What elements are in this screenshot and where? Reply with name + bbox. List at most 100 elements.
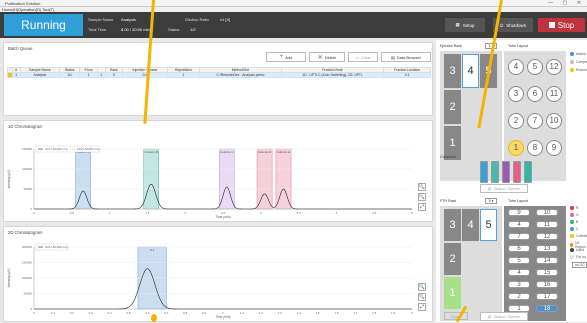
- x-tick-label: 1.7: [353, 311, 358, 315]
- rack-slot-4[interactable]: 4: [462, 54, 479, 88]
- fth-slot-2[interactable]: 2: [444, 243, 461, 275]
- vial-8[interactable]: 8: [527, 139, 543, 156]
- delete-button[interactable]: ✕ Delete: [309, 52, 345, 62]
- tube-16[interactable]: 16: [536, 281, 558, 288]
- tube-6[interactable]: 6: [508, 245, 530, 252]
- tube-2[interactable]: 2: [508, 293, 530, 300]
- station-opener-2-button[interactable]: ▤ Station Opener: [480, 312, 528, 321]
- tube-14[interactable]: 14: [536, 257, 558, 264]
- browser-icon: ▤: [390, 54, 395, 60]
- fth-slot-3[interactable]: 3: [444, 209, 461, 241]
- legend-item: R: [570, 206, 578, 210]
- fraction-band[interactable]: [256, 148, 273, 210]
- tube-18[interactable]: 18: [536, 305, 558, 312]
- legend-item: G: [570, 213, 579, 217]
- zoom-out-2d-icon[interactable]: 🔍: [418, 293, 426, 301]
- unit-badge[interactable]: mL/10: [572, 262, 587, 268]
- rack-slot-3[interactable]: 3: [444, 54, 461, 88]
- setup-button[interactable]: ▦ Setup: [445, 18, 485, 32]
- vial-6[interactable]: 6: [527, 85, 543, 102]
- legend-dot-icon: [570, 220, 574, 224]
- fth-slot-5[interactable]: 5: [480, 209, 497, 241]
- window-controls[interactable]: — ▢ ✕: [548, 0, 585, 6]
- fth-slot-4[interactable]: 4: [462, 209, 479, 241]
- tube-4[interactable]: 4: [508, 269, 530, 276]
- tube-11[interactable]: 11: [536, 221, 558, 228]
- clear-button[interactable]: ▭ Clear: [348, 52, 378, 62]
- tube-17[interactable]: 17: [536, 293, 558, 300]
- vial-7[interactable]: 7: [527, 112, 543, 129]
- x-tick-label: 0.9: [202, 311, 207, 315]
- tube-1[interactable]: 1: [508, 305, 530, 312]
- vial-4[interactable]: 4: [508, 58, 524, 75]
- x-icon: ✕: [317, 54, 323, 61]
- vial-11[interactable]: 11: [546, 85, 562, 102]
- vial-5[interactable]: 5: [527, 58, 543, 75]
- tube-3[interactable]: 3: [508, 281, 530, 288]
- fraction-band[interactable]: [75, 148, 91, 210]
- column-tube-icon[interactable]: [513, 161, 521, 183]
- fit-2d-icon[interactable]: ⤢: [418, 303, 426, 311]
- table-cell: 0.1: [383, 72, 431, 78]
- legend-dot-icon: [570, 213, 574, 217]
- y-axis-label: Intensity (µV): [7, 269, 11, 288]
- tube-7[interactable]: 7: [508, 233, 530, 240]
- fth-rack-dropdown[interactable]: 5 ▾: [485, 198, 497, 204]
- tube-4[interactable]: 4: [508, 221, 530, 228]
- x-tick-label: 1.1: [240, 311, 245, 315]
- x-tick-label: 1.5: [315, 311, 320, 315]
- x-tick-label: 3.5: [297, 211, 302, 215]
- zoom-in-2d-icon[interactable]: 🔍: [418, 283, 426, 291]
- zoom-out-icon[interactable]: 🔍: [418, 193, 426, 201]
- vial-2[interactable]: 2: [508, 112, 524, 129]
- vial-9[interactable]: 9: [546, 139, 562, 156]
- plus-icon: +: [279, 54, 284, 60]
- fraction-band[interactable]: [275, 148, 292, 210]
- zoom-in-icon[interactable]: 🔍: [418, 183, 426, 191]
- vial-1[interactable]: 1: [508, 139, 524, 156]
- tube-9[interactable]: 9: [508, 209, 530, 216]
- vial-10[interactable]: 10: [546, 112, 562, 129]
- sample-name-value: Analysis: [121, 17, 136, 22]
- chromatogram-1d-chart: Column-AColumn-BColumn-CColumn-DColumn-E…: [7, 145, 413, 219]
- fraction-label: Column-C: [220, 150, 234, 154]
- legend-label: Used: [576, 248, 584, 252]
- chromatogram-1d-panel: 1D Chromatogram Column-AColumn-BColumn-C…: [3, 120, 433, 222]
- legend-item: Added: [570, 52, 586, 56]
- column-tube-icon[interactable]: [524, 161, 532, 183]
- total-time-value: 8:00 / 20:00 min: [121, 27, 150, 32]
- table-cell: 1D : UPTLC (Auto Switching), 2D: UPTL: [280, 72, 385, 78]
- fraction-label: 0.1: [150, 248, 155, 252]
- run-status-indicator: Running: [4, 14, 83, 36]
- tube-13[interactable]: 13: [536, 245, 558, 252]
- station-opener-button[interactable]: ▤ Station Opener: [480, 184, 528, 193]
- legend-label: Added: [576, 52, 586, 56]
- tube-10[interactable]: 10: [536, 209, 558, 216]
- add-button[interactable]: + Add: [266, 52, 306, 62]
- table-cell: Analysis: [19, 72, 61, 78]
- vial-3[interactable]: 3: [508, 85, 524, 102]
- table-row[interactable]: 1 Analysis 1D 1 1 5 0.1 1 C:\ReserchDev - Analys…: [7, 72, 431, 78]
- fraction-band[interactable]: [143, 148, 159, 210]
- fth-slot-1[interactable]: 1: [444, 277, 461, 309]
- fraction-label: Column-D: [258, 150, 272, 154]
- vial-12[interactable]: 12: [546, 58, 562, 75]
- tube-5[interactable]: 5: [508, 257, 530, 264]
- legend-label: For Inj.: [576, 255, 587, 259]
- column-tube-icon[interactable]: [491, 161, 499, 183]
- power-icon: ⏻: [499, 22, 504, 28]
- fit-icon[interactable]: ⤢: [418, 203, 426, 211]
- tube-12[interactable]: 12: [536, 233, 558, 240]
- y-tick-label: 150000: [22, 147, 32, 151]
- rack-slot-2[interactable]: 2: [444, 90, 461, 124]
- data-browser-button[interactable]: ▤ Data Browser: [381, 52, 431, 62]
- table-cell: 1: [166, 72, 201, 78]
- legend-label: Ch1 UV(190 nm): [45, 245, 68, 249]
- column-tube-icon[interactable]: [502, 161, 510, 183]
- legend-label: Running: [576, 68, 587, 72]
- column-tube-icon[interactable]: [480, 161, 488, 183]
- status-value: 1/2: [190, 27, 196, 32]
- table-cell: 1: [79, 72, 98, 78]
- tube-15[interactable]: 15: [536, 269, 558, 276]
- stop-button[interactable]: Stop: [538, 18, 585, 32]
